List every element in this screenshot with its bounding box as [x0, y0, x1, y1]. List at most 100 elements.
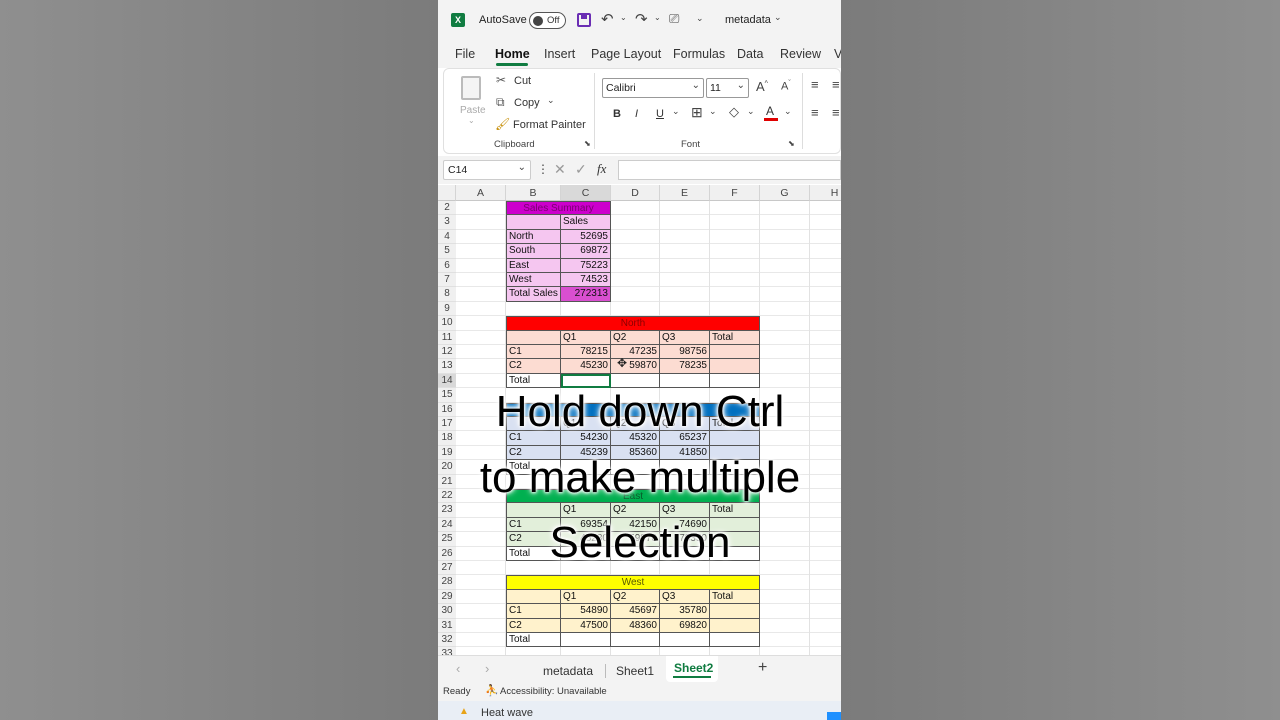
north-value-cell[interactable]: 98756	[660, 345, 710, 360]
underline-button[interactable]: U	[656, 108, 664, 120]
summary-total-label[interactable]: Total Sales	[506, 287, 561, 302]
summary-sales-cell[interactable]: 75223	[561, 258, 611, 273]
align-middle-icon[interactable]: ≡	[832, 77, 840, 92]
column-header-e[interactable]: E	[660, 185, 710, 201]
active-sheet-tab[interactable]: Sheet2	[666, 656, 718, 682]
tab-review[interactable]: Review	[780, 47, 821, 61]
west-value-cell[interactable]: 47500	[561, 618, 611, 633]
save-icon[interactable]	[577, 13, 591, 27]
north-header-cell[interactable]: Total	[710, 330, 760, 345]
summary-sales-cell[interactable]: 74523	[561, 273, 611, 288]
row-header[interactable]: 23	[438, 503, 456, 518]
north-header-blank[interactable]	[506, 330, 561, 345]
column-header-d[interactable]: D	[611, 185, 660, 201]
east-header-cell[interactable]: Total	[710, 503, 760, 518]
row-header[interactable]: 29	[438, 589, 456, 605]
font-name-box[interactable]: Calibri ⌄	[602, 78, 704, 98]
column-header-b[interactable]: B	[506, 185, 561, 201]
west-header-cell[interactable]: Total	[710, 589, 760, 605]
summary-region-cell[interactable]: South	[506, 244, 561, 259]
fill-color-dropdown-icon[interactable]: ⌄	[747, 106, 755, 117]
west-header-blank[interactable]	[506, 589, 561, 605]
enter-icon[interactable]: ✓	[575, 161, 587, 178]
east-header-blank[interactable]	[506, 503, 561, 518]
formula-input[interactable]	[618, 160, 841, 180]
column-header-f[interactable]: F	[710, 185, 760, 201]
touch-mode-icon[interactable]: ⎚	[669, 11, 679, 27]
column-header-c[interactable]: C	[561, 185, 611, 201]
undo-dropdown-icon[interactable]: ⌄	[620, 13, 627, 22]
west-header-cell[interactable]: Q3	[660, 589, 710, 605]
north-value-cell[interactable]	[710, 345, 760, 360]
row-header[interactable]: 10	[438, 316, 456, 331]
tab-formulas[interactable]: Formulas	[673, 47, 725, 61]
row-header[interactable]: 12	[438, 345, 456, 360]
north-header-cell[interactable]: Q2	[611, 330, 660, 345]
west-table-title[interactable]: West	[506, 575, 760, 590]
row-header[interactable]: 32	[438, 633, 456, 648]
select-all-corner[interactable]	[438, 185, 456, 201]
tab-insert[interactable]: Insert	[544, 47, 575, 61]
west-total-cell[interactable]	[710, 633, 760, 648]
more-options-icon[interactable]: ⋮	[537, 162, 549, 176]
name-box[interactable]: C14 ⌄	[443, 160, 531, 180]
summary-region-cell[interactable]: North	[506, 229, 561, 245]
increase-font-size-icon[interactable]: A^	[756, 79, 768, 94]
summary-header-blank[interactable]	[506, 215, 561, 230]
underline-dropdown-icon[interactable]: ⌄	[672, 106, 680, 117]
paste-button[interactable]: Paste ⌄	[457, 74, 487, 126]
row-header[interactable]: 8	[438, 287, 456, 302]
west-total-cell[interactable]	[611, 633, 660, 648]
column-header-h[interactable]: H	[810, 185, 841, 201]
row-header[interactable]: 2	[438, 201, 456, 216]
row-header[interactable]: 3	[438, 215, 456, 230]
accessibility-status[interactable]: Accessibility: Unavailable	[500, 686, 607, 697]
row-header[interactable]: 5	[438, 244, 456, 259]
north-value-cell[interactable]: 78215	[561, 345, 611, 360]
west-row-label[interactable]: C2	[506, 618, 561, 633]
east-header-cell[interactable]: Q2	[611, 503, 660, 518]
redo-dropdown-icon[interactable]: ⌄	[654, 13, 661, 22]
north-value-cell[interactable]	[710, 359, 760, 374]
add-sheet-icon[interactable]: +	[758, 659, 767, 677]
align-center-icon[interactable]: ≡	[832, 105, 840, 120]
north-header-cell[interactable]: Q1	[561, 330, 611, 345]
west-value-cell[interactable]	[710, 604, 760, 619]
west-header-cell[interactable]: Q1	[561, 589, 611, 605]
borders-icon[interactable]: ⊞	[691, 104, 703, 121]
row-header[interactable]: 9	[438, 301, 456, 317]
tab-page-layout[interactable]: Page Layout	[591, 47, 661, 61]
summary-title[interactable]: Sales Summary	[506, 201, 611, 216]
west-value-cell[interactable]: 54890	[561, 604, 611, 619]
row-header[interactable]: 31	[438, 618, 456, 633]
summary-sales-cell[interactable]: 52695	[561, 229, 611, 245]
north-table-title[interactable]: North	[506, 316, 760, 331]
west-value-cell[interactable]: 69820	[660, 618, 710, 633]
summary-total-value[interactable]: 272313	[561, 287, 611, 302]
row-header[interactable]: 11	[438, 330, 456, 345]
north-row-label[interactable]: C1	[506, 345, 561, 360]
summary-region-cell[interactable]: East	[506, 258, 561, 273]
tab-view[interactable]: V	[834, 47, 841, 61]
west-total-cell[interactable]	[660, 633, 710, 648]
row-header[interactable]: 6	[438, 258, 456, 273]
row-header[interactable]: 30	[438, 604, 456, 619]
west-value-cell[interactable]: 48360	[611, 618, 660, 633]
column-header-g[interactable]: G	[760, 185, 810, 201]
tab-data[interactable]: Data	[737, 47, 763, 61]
row-header[interactable]: 28	[438, 575, 456, 590]
customize-toolbar-icon[interactable]: ⌄	[696, 13, 704, 24]
summary-region-cell[interactable]: West	[506, 273, 561, 288]
align-top-icon[interactable]: ≡	[811, 77, 819, 92]
west-total-cell[interactable]	[561, 633, 611, 648]
east-header-cell[interactable]: Q3	[660, 503, 710, 518]
east-header-cell[interactable]: Q1	[561, 503, 611, 518]
format-painter-button[interactable]: Format Painter	[513, 119, 586, 131]
fill-color-icon[interactable]: ◇	[729, 104, 739, 120]
west-value-cell[interactable]: 35780	[660, 604, 710, 619]
document-title[interactable]: metadata	[725, 14, 771, 26]
copy-button[interactable]: Copy	[514, 97, 540, 109]
insert-function-icon[interactable]: fx	[597, 161, 606, 177]
west-value-cell[interactable]	[710, 618, 760, 633]
borders-dropdown-icon[interactable]: ⌄	[709, 106, 717, 117]
